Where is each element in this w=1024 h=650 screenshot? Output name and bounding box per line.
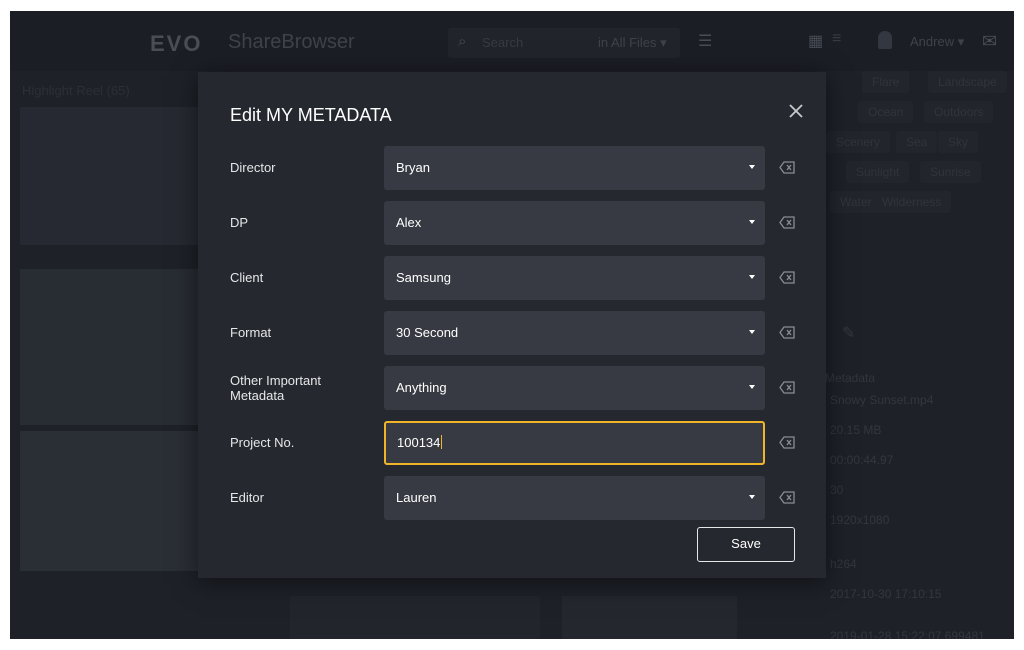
field-label: Director <box>230 160 276 175</box>
text-cursor <box>441 435 443 449</box>
field-value: Lauren <box>396 490 437 505</box>
clear-backspace-icon[interactable] <box>779 271 795 284</box>
dp-select[interactable]: Alex <box>384 201 765 245</box>
field-label: Client <box>230 270 264 285</box>
clear-backspace-icon[interactable] <box>779 491 795 504</box>
dialog-title: Edit MY METADATA <box>230 105 392 125</box>
edit-metadata-dialog: Edit MY METADATA Director Bryan DP Alex <box>198 72 826 578</box>
app-window: EVO ShareBrowser ⌕ Search in All Files ▾… <box>10 11 1014 639</box>
clear-backspace-icon[interactable] <box>779 381 795 394</box>
field-label: Format <box>230 325 272 340</box>
field-value: Samsung <box>396 270 451 285</box>
save-button[interactable]: Save <box>697 527 795 562</box>
project-no-input[interactable]: 100134 <box>384 421 765 465</box>
close-button[interactable] <box>786 101 806 121</box>
field-row-dp: DP Alex <box>198 201 826 245</box>
field-label: DP <box>230 215 249 230</box>
clear-backspace-icon[interactable] <box>779 216 795 229</box>
chevron-down-icon <box>749 275 755 279</box>
chevron-down-icon <box>749 385 755 389</box>
field-value: Anything <box>396 380 447 395</box>
field-row-format: Format 30 Second <box>198 311 826 355</box>
field-row-director: Director Bryan <box>198 146 826 190</box>
clear-backspace-icon[interactable] <box>779 161 795 174</box>
format-select[interactable]: 30 Second <box>384 311 765 355</box>
field-row-editor: Editor Lauren <box>198 476 826 520</box>
field-label: Project No. <box>230 435 295 450</box>
chevron-down-icon <box>749 165 755 169</box>
other-metadata-select[interactable]: Anything <box>384 366 765 410</box>
field-label: Editor <box>230 490 264 505</box>
field-value: Alex <box>396 215 422 230</box>
input-text: 100134 <box>397 435 441 450</box>
close-icon <box>789 104 803 118</box>
field-row-project-no: Project No. 100134 <box>198 421 826 465</box>
field-row-other-metadata: Other Important Metadata Anything <box>198 366 826 410</box>
client-select[interactable]: Samsung <box>384 256 765 300</box>
clear-backspace-icon[interactable] <box>779 326 795 339</box>
field-value: 30 Second <box>396 325 459 340</box>
field-value: 100134 <box>397 435 443 450</box>
chevron-down-icon <box>749 220 755 224</box>
clear-backspace-icon[interactable] <box>779 436 795 449</box>
director-select[interactable]: Bryan <box>384 146 765 190</box>
field-label: Other Important Metadata <box>230 373 322 403</box>
field-value: Bryan <box>396 160 430 175</box>
field-row-client: Client Samsung <box>198 256 826 300</box>
chevron-down-icon <box>749 330 755 334</box>
chevron-down-icon <box>749 495 755 499</box>
editor-select[interactable]: Lauren <box>384 476 765 520</box>
